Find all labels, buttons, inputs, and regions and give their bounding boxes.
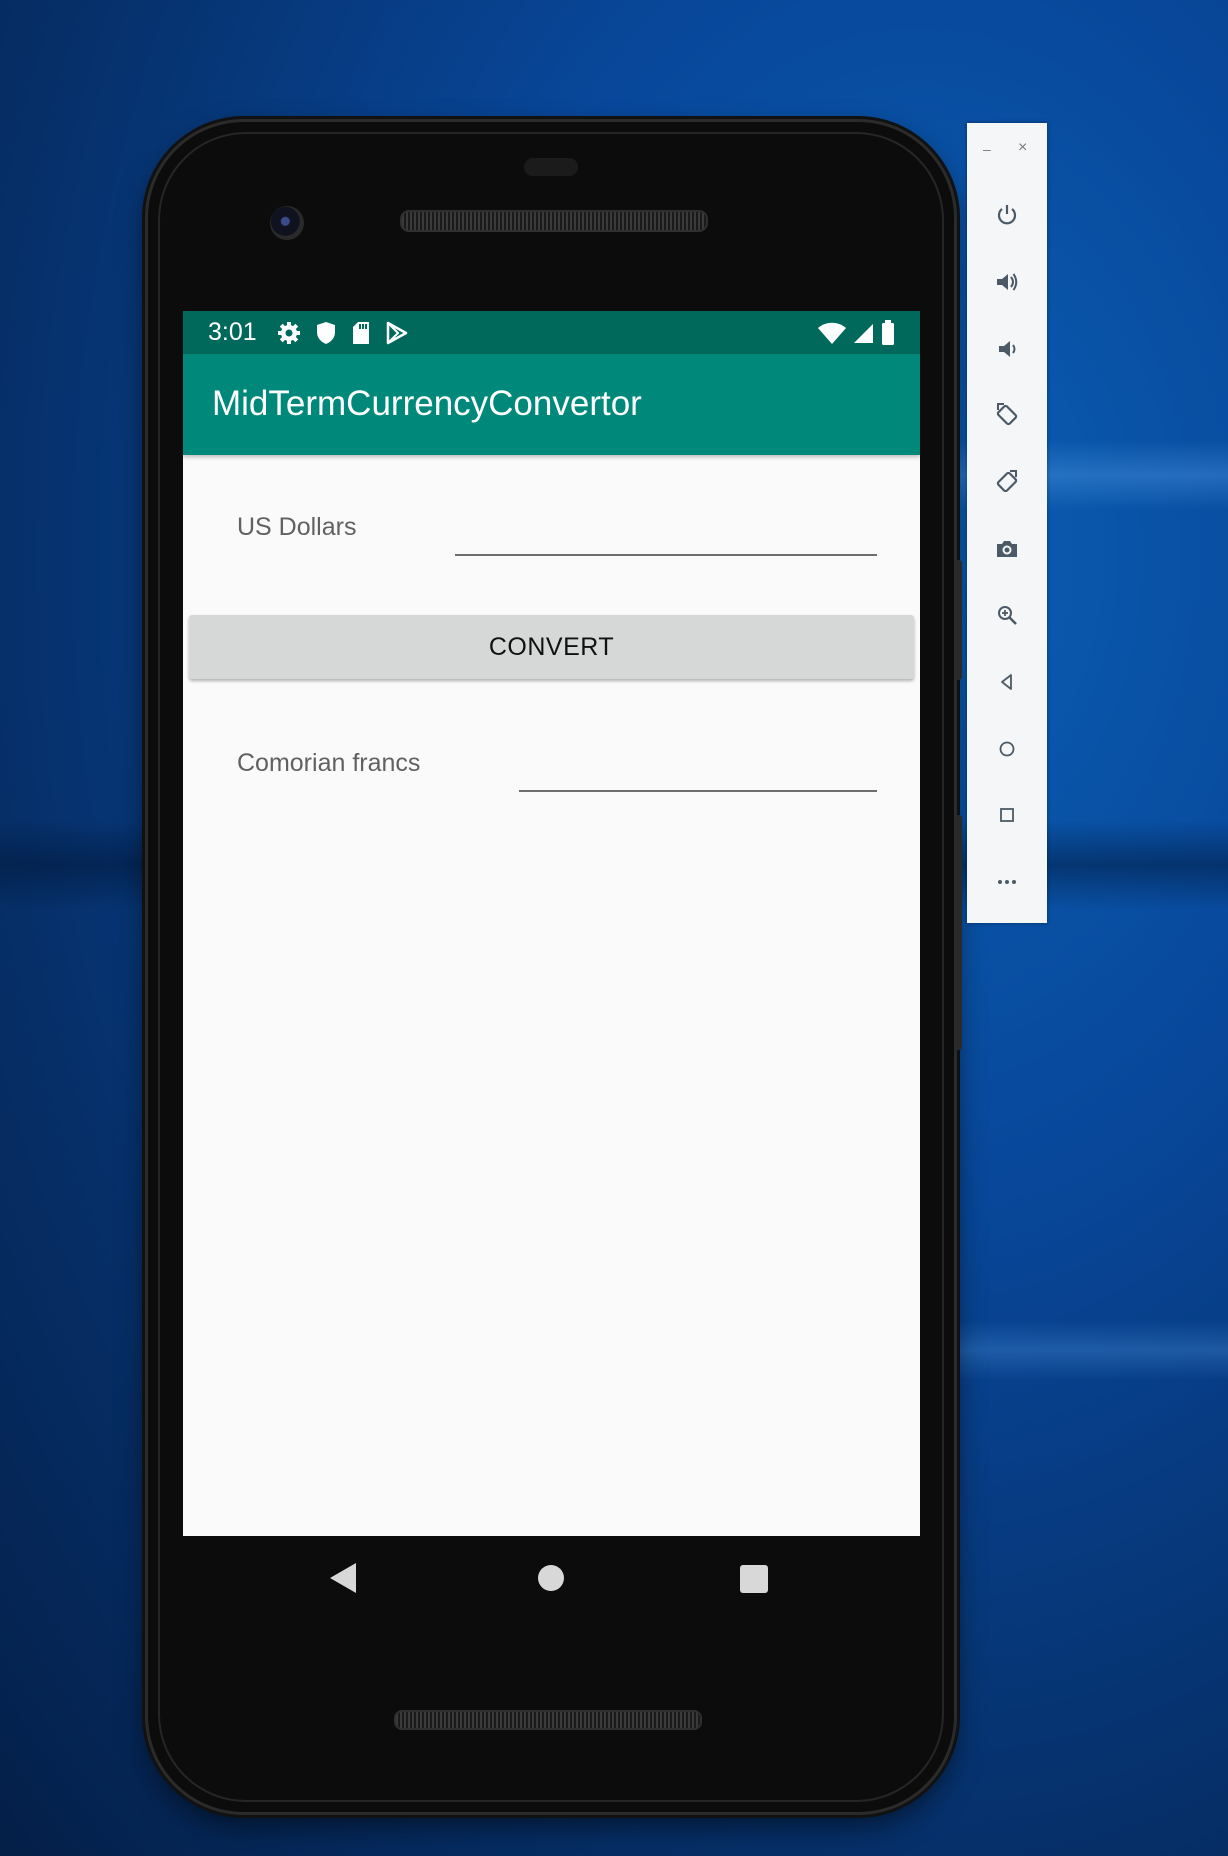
play-store-icon [386,321,407,344]
proximity-sensor [524,158,578,176]
power-side-button [954,815,962,1050]
desktop-light-streak [960,1320,1228,1380]
minimize-button[interactable]: – [983,141,991,157]
toolbar-window-controls: – × [967,139,1047,161]
more-icon[interactable] [987,862,1027,902]
notification-icons [277,321,409,345]
overview-icon[interactable] [987,795,1027,835]
volume-down-icon[interactable] [987,329,1027,369]
sd-card-icon [352,321,369,344]
back-icon[interactable] [987,662,1027,702]
comorian-francs-output[interactable] [519,750,877,792]
nav-home-icon[interactable] [538,1565,564,1591]
convert-button[interactable]: CONVERT [189,615,914,679]
front-camera [270,206,304,240]
battery-icon [882,319,894,345]
settings-icon [277,321,300,344]
shield-icon [316,321,335,344]
rotate-right-icon[interactable] [987,462,1027,502]
us-dollars-label: US Dollars [237,513,357,541]
emulator-toolbar: – × [967,123,1047,923]
volume-up-icon[interactable] [987,262,1027,302]
earpiece-speaker [400,210,708,232]
bottom-speaker [394,1710,702,1730]
app-title: MidTermCurrencyConvertor [212,384,642,423]
cell-signal-icon [854,323,873,343]
app-bar: MidTermCurrencyConvertor [183,354,920,455]
rotate-left-icon[interactable] [987,395,1027,435]
wifi-icon [818,322,846,344]
nav-back-icon[interactable] [330,1563,356,1593]
home-icon[interactable] [987,729,1027,769]
system-status-icons [818,311,896,354]
volume-rocker [954,560,962,680]
power-icon[interactable] [987,195,1027,235]
zoom-icon[interactable] [987,595,1027,635]
close-button[interactable]: × [1018,139,1027,157]
camera-icon[interactable] [987,529,1027,569]
comorian-francs-label: Comorian francs [237,749,421,777]
nav-recents-icon[interactable] [740,1565,768,1593]
status-time: 3:01 [208,318,257,346]
us-dollars-input[interactable] [455,514,877,556]
status-bar: 3:01 [183,311,920,354]
app-screen: 3:01 MidTermCurrencyConvertor US Dollars… [183,311,920,1536]
